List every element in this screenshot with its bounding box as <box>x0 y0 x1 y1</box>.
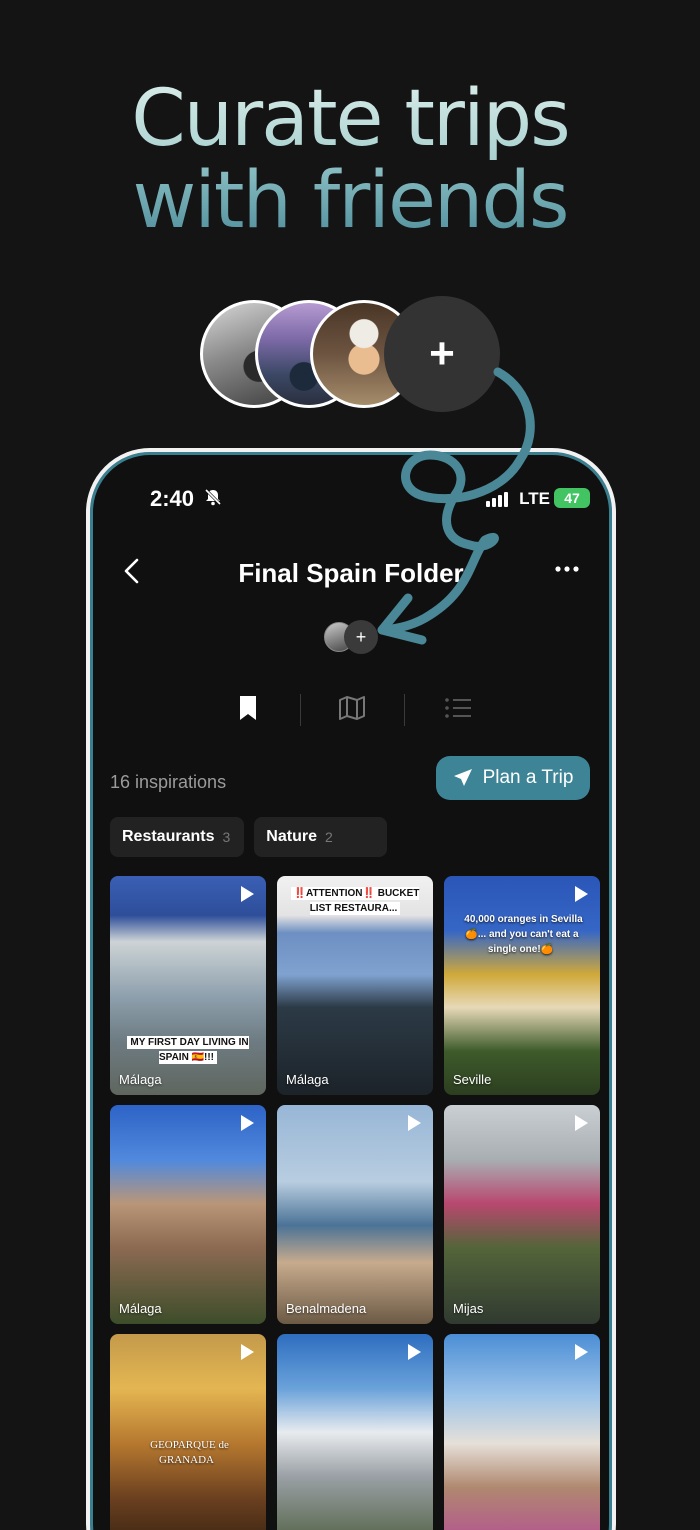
tab-saved[interactable] <box>228 688 268 728</box>
more-icon[interactable] <box>554 554 580 591</box>
friends-avatars: + <box>200 296 510 412</box>
filter-chip-label: Restaurants <box>122 828 215 845</box>
headline-line-1: Curate trips <box>0 78 700 160</box>
inspirations-count: 16 inspirations <box>110 772 227 792</box>
inspiration-card[interactable]: Málaga <box>110 1105 266 1324</box>
play-icon <box>241 1344 254 1360</box>
add-friend-button[interactable]: + <box>384 296 500 412</box>
map-icon <box>339 696 365 720</box>
battery-indicator: 47 <box>554 488 590 508</box>
inspiration-card[interactable] <box>277 1334 433 1530</box>
inspiration-card[interactable]: ‼️ATTENTION‼️ BUCKET LIST RESTAURA... Má… <box>277 876 433 1095</box>
add-member-button[interactable]: + <box>344 620 378 654</box>
plan-trip-label: Plan a Trip <box>482 767 574 788</box>
view-tabs <box>94 688 608 728</box>
filter-chip-count: 3 <box>222 829 231 845</box>
filter-chip-label: Nature <box>266 828 317 845</box>
filter-chip-nature[interactable]: Nature 2 <box>254 817 387 857</box>
send-icon <box>453 769 472 786</box>
bell-muted-icon <box>204 488 222 511</box>
tab-map[interactable] <box>332 688 372 728</box>
play-icon <box>408 1115 421 1131</box>
inspiration-grid: MY FIRST DAY LIVING IN SPAIN 🇪🇸!!! Málag… <box>110 876 600 1530</box>
phone-frame: 2:40 LTE 47 Final Spain Folder + 16 insp… <box>86 448 616 1530</box>
plus-icon: + <box>429 329 455 378</box>
card-caption: ‼️ATTENTION‼️ BUCKET LIST RESTAURA... <box>287 886 423 916</box>
tab-divider <box>404 694 405 726</box>
card-location: Mijas <box>453 1301 484 1316</box>
play-icon <box>575 1115 588 1131</box>
phone-screen: 2:40 LTE 47 Final Spain Folder + 16 insp… <box>94 456 608 1530</box>
play-icon <box>575 1344 588 1360</box>
nav-bar: Final Spain Folder <box>94 554 608 594</box>
tab-divider <box>300 694 301 726</box>
status-bar: 2:40 LTE 47 <box>94 486 608 516</box>
play-icon <box>408 1344 421 1360</box>
list-icon <box>445 698 471 718</box>
card-location: Benalmadena <box>286 1301 367 1316</box>
inspiration-card[interactable]: GEOPARQUE de GRANADA <box>110 1334 266 1530</box>
play-icon <box>575 886 588 902</box>
filter-chip-count: 2 <box>324 829 333 845</box>
headline: Curate trips with friends <box>0 78 700 242</box>
signal-icon <box>486 492 508 507</box>
inspiration-card[interactable] <box>444 1334 600 1530</box>
inspiration-card[interactable]: 40,000 oranges in Sevilla 🍊... and you c… <box>444 876 600 1095</box>
inspiration-card[interactable]: Mijas <box>444 1105 600 1324</box>
page-title: Final Spain Folder <box>238 558 464 588</box>
tab-list[interactable] <box>438 688 478 728</box>
headline-line-2: with friends <box>0 160 700 242</box>
card-location: Málaga <box>119 1072 162 1087</box>
folder-members: + <box>324 620 384 654</box>
status-time: 2:40 <box>150 486 195 511</box>
filter-chips: Restaurants 3 Nature 2 <box>110 817 387 857</box>
plan-trip-button[interactable]: Plan a Trip <box>436 756 590 800</box>
card-location: Seville <box>453 1072 492 1087</box>
card-caption: GEOPARQUE de GRANADA <box>150 1439 229 1466</box>
inspiration-card[interactable]: MY FIRST DAY LIVING IN SPAIN 🇪🇸!!! Málag… <box>110 876 266 1095</box>
card-location: Málaga <box>286 1072 329 1087</box>
card-location: Málaga <box>119 1301 162 1316</box>
bookmark-icon <box>240 696 256 720</box>
filter-chip-restaurants[interactable]: Restaurants 3 <box>110 817 245 857</box>
play-icon <box>241 1115 254 1131</box>
card-caption: 40,000 oranges in Sevilla 🍊... and you c… <box>464 914 583 955</box>
network-label: LTE <box>519 489 550 508</box>
card-caption: MY FIRST DAY LIVING IN SPAIN 🇪🇸!!! <box>120 1035 256 1065</box>
play-icon <box>241 886 254 902</box>
inspiration-card[interactable]: Benalmadena <box>277 1105 433 1324</box>
